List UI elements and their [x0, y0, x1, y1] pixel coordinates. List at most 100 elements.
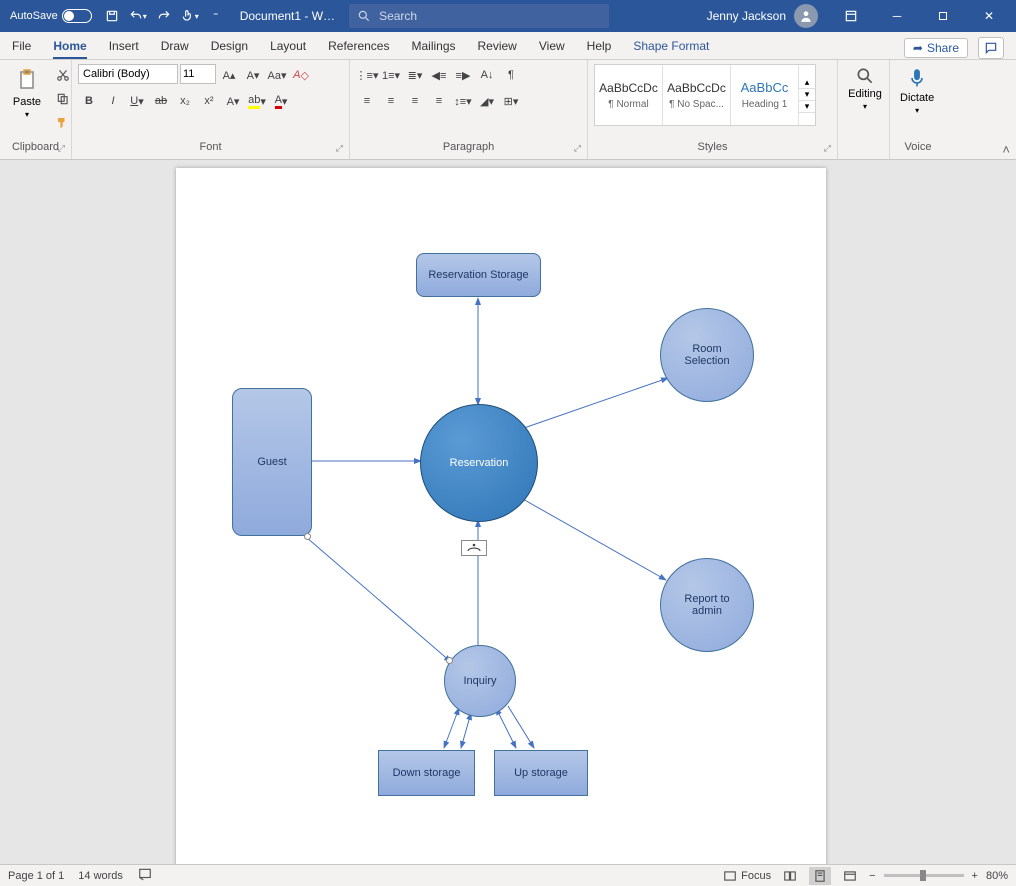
clear-formatting-button[interactable]: A◇: [290, 64, 312, 86]
zoom-slider[interactable]: [884, 874, 964, 877]
paragraph-launcher[interactable]: ⤢: [574, 143, 581, 154]
tab-insert[interactable]: Insert: [109, 39, 139, 59]
font-launcher[interactable]: ⤢: [336, 143, 343, 154]
styles-scroll-up[interactable]: ▴: [799, 77, 815, 89]
subscript-button[interactable]: x₂: [174, 90, 196, 112]
shape-up-storage[interactable]: Up storage: [494, 750, 588, 796]
shape-reservation[interactable]: Reservation: [420, 404, 538, 522]
maximize-button[interactable]: [920, 0, 966, 32]
word-count[interactable]: 14 words: [78, 870, 123, 882]
cut-button[interactable]: [52, 64, 74, 86]
borders-button[interactable]: ⊞▾: [500, 90, 522, 112]
styles-gallery[interactable]: AaBbCcDc¶ Normal AaBbCcDc¶ No Spac... Aa…: [594, 64, 816, 126]
tab-layout[interactable]: Layout: [270, 39, 306, 59]
tab-references[interactable]: References: [328, 39, 389, 59]
redo-button[interactable]: [154, 6, 174, 26]
ribbon: Paste ▾ Clipboard⤢ A▴ A▾ Aa▾ A◇ B: [0, 60, 1016, 160]
tab-home[interactable]: Home: [53, 39, 86, 59]
layout-options-button[interactable]: [461, 540, 487, 556]
shape-room-selection[interactable]: Room Selection: [660, 308, 754, 402]
copy-button[interactable]: [52, 88, 74, 110]
minimize-button[interactable]: ─: [874, 0, 920, 32]
font-size-combo[interactable]: [180, 64, 216, 84]
font-name-combo[interactable]: [78, 64, 178, 84]
shading-button[interactable]: ◢▾: [476, 90, 498, 112]
grow-font-button[interactable]: A▴: [218, 64, 240, 86]
tab-design[interactable]: Design: [211, 39, 248, 59]
shrink-font-button[interactable]: A▾: [242, 64, 264, 86]
tab-help[interactable]: Help: [587, 39, 612, 59]
user-account[interactable]: Jenny Jackson: [707, 4, 818, 28]
bold-button[interactable]: B: [78, 90, 100, 112]
search-icon: [357, 9, 371, 23]
align-right-button[interactable]: ≡: [404, 90, 426, 112]
styles-scroll-down[interactable]: ▾: [799, 89, 815, 101]
touch-mode-button[interactable]: ▾: [180, 6, 200, 26]
superscript-button[interactable]: x²: [198, 90, 220, 112]
shape-report-admin[interactable]: Report to admin: [660, 558, 754, 652]
line-spacing-button[interactable]: ↕≡▾: [452, 90, 474, 112]
autosave-switch-off[interactable]: [62, 9, 92, 23]
show-marks-button[interactable]: ¶: [500, 64, 522, 86]
strikethrough-button[interactable]: ab: [150, 90, 172, 112]
tab-draw[interactable]: Draw: [161, 39, 189, 59]
decrease-indent-button[interactable]: ◀≡: [428, 64, 450, 86]
tab-mailings[interactable]: Mailings: [411, 39, 455, 59]
search-bar[interactable]: Search: [349, 4, 609, 28]
undo-button[interactable]: ▾: [128, 6, 148, 26]
style-normal[interactable]: AaBbCcDc¶ Normal: [595, 65, 663, 125]
focus-button[interactable]: Focus: [723, 869, 771, 883]
page-indicator[interactable]: Page 1 of 1: [8, 870, 64, 882]
paste-button[interactable]: Paste ▾: [6, 64, 48, 121]
read-mode-button[interactable]: [779, 867, 801, 885]
clipboard-launcher[interactable]: ⤢: [58, 143, 65, 154]
multilevel-list-button[interactable]: ≣▾: [404, 64, 426, 86]
zoom-in-button[interactable]: +: [972, 870, 978, 882]
zoom-level[interactable]: 80%: [986, 870, 1008, 882]
align-left-button[interactable]: ≡: [356, 90, 378, 112]
shape-inquiry[interactable]: Inquiry: [444, 645, 516, 717]
close-button[interactable]: ✕: [966, 0, 1012, 32]
numbering-button[interactable]: 1≡▾: [380, 64, 402, 86]
styles-launcher[interactable]: ⤢: [824, 143, 831, 154]
web-layout-button[interactable]: [839, 867, 861, 885]
save-icon[interactable]: [102, 6, 122, 26]
print-layout-button[interactable]: [809, 867, 831, 885]
dictate-button[interactable]: Dictate ▾: [896, 64, 938, 117]
align-center-button[interactable]: ≡: [380, 90, 402, 112]
tab-shape-format[interactable]: Shape Format: [633, 39, 709, 59]
font-color-button[interactable]: A▾: [270, 90, 292, 112]
autosave-toggle[interactable]: AutoSave: [10, 9, 92, 23]
collapse-ribbon-button[interactable]: ˄: [1002, 142, 1010, 157]
increase-indent-button[interactable]: ≡▶: [452, 64, 474, 86]
qat-customize[interactable]: ⁼: [206, 6, 226, 26]
highlight-button[interactable]: ab▾: [246, 90, 268, 112]
selection-handle[interactable]: [304, 533, 311, 540]
chevron-down-icon: ▾: [863, 102, 867, 111]
zoom-out-button[interactable]: −: [869, 870, 875, 882]
style-no-spacing[interactable]: AaBbCcDc¶ No Spac...: [663, 65, 731, 125]
justify-button[interactable]: ≡: [428, 90, 450, 112]
format-painter-button[interactable]: [52, 112, 74, 134]
editing-button[interactable]: Editing ▾: [844, 64, 886, 113]
sort-button[interactable]: A↓: [476, 64, 498, 86]
comments-button[interactable]: [978, 37, 1004, 59]
tab-view[interactable]: View: [539, 39, 565, 59]
page[interactable]: Reservation Storage Room Selection Guest…: [176, 168, 826, 864]
tab-file[interactable]: File: [12, 39, 31, 59]
style-heading1[interactable]: AaBbCcHeading 1: [731, 65, 799, 125]
shape-reservation-storage[interactable]: Reservation Storage: [416, 253, 541, 297]
tab-review[interactable]: Review: [478, 39, 517, 59]
spelling-icon[interactable]: [137, 867, 153, 884]
change-case-button[interactable]: Aa▾: [266, 64, 288, 86]
shape-guest[interactable]: Guest: [232, 388, 312, 536]
text-effects-button[interactable]: A▾: [222, 90, 244, 112]
bullets-button[interactable]: ⋮≡▾: [356, 64, 378, 86]
shape-down-storage[interactable]: Down storage: [378, 750, 475, 796]
underline-button[interactable]: U▾: [126, 90, 148, 112]
styles-more[interactable]: ▾: [799, 101, 815, 113]
italic-button[interactable]: I: [102, 90, 124, 112]
share-button[interactable]: ➦Share: [904, 38, 968, 58]
selection-handle[interactable]: [446, 657, 453, 664]
ribbon-display-button[interactable]: [828, 0, 874, 32]
